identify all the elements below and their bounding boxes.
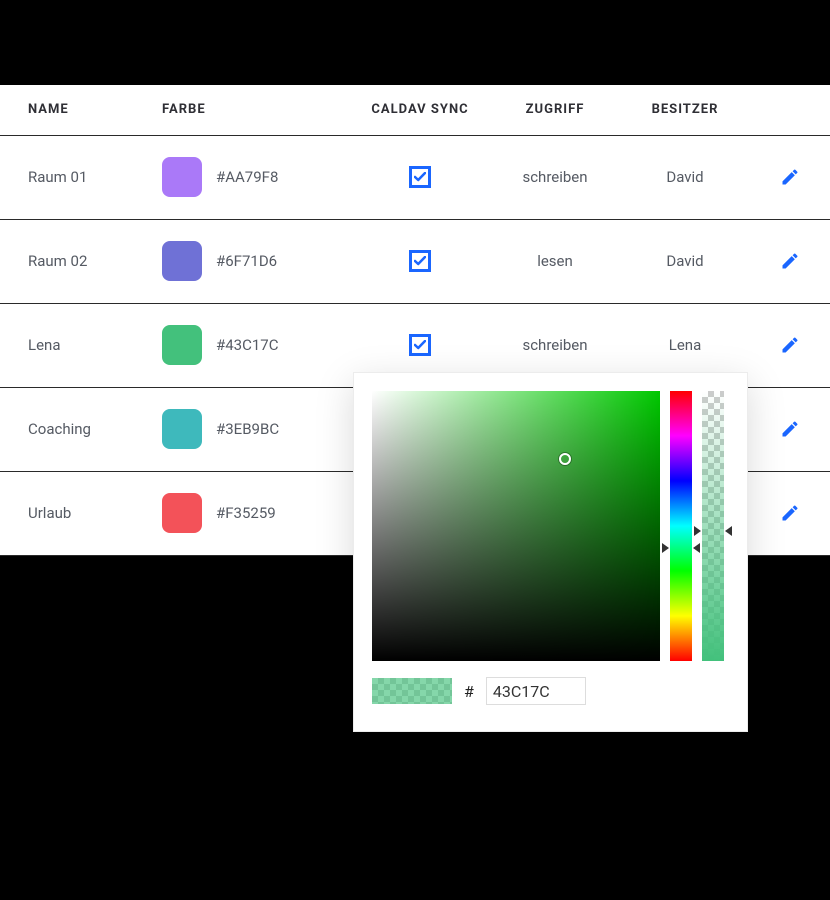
color-hex-label: #43C17C	[216, 336, 278, 354]
cell-edit	[750, 219, 830, 303]
pencil-icon	[780, 167, 800, 187]
cell-edit	[750, 471, 830, 555]
cell-owner: David	[620, 135, 750, 219]
caldav-sync-checkbox[interactable]	[409, 334, 431, 356]
color-swatch[interactable]	[162, 325, 202, 365]
cell-name: Raum 02	[0, 219, 150, 303]
color-hex-label: #AA79F8	[216, 168, 278, 186]
cell-color: #AA79F8	[150, 135, 350, 219]
color-hex-label: #6F71D6	[216, 252, 277, 270]
caldav-sync-checkbox[interactable]	[409, 166, 431, 188]
edit-button[interactable]	[777, 416, 803, 442]
cell-sync	[350, 219, 490, 303]
alpha-slider[interactable]	[702, 391, 724, 661]
edit-button[interactable]	[777, 332, 803, 358]
edit-button[interactable]	[777, 500, 803, 526]
table-row: Raum 01 #AA79F8 schreibenDavid	[0, 135, 830, 219]
current-color-swatch	[372, 678, 452, 704]
cell-color: #F35259	[150, 471, 350, 555]
col-header-name: NAME	[0, 85, 150, 135]
col-header-color: FARBE	[150, 85, 350, 135]
cell-color: #3EB9BC	[150, 387, 350, 471]
alpha-fill	[702, 391, 724, 661]
cell-name: Lena	[0, 303, 150, 387]
caldav-sync-checkbox[interactable]	[409, 250, 431, 272]
hue-slider-handle-right[interactable]	[693, 543, 700, 553]
pencil-icon	[780, 251, 800, 271]
color-swatch[interactable]	[162, 157, 202, 197]
cell-access: lesen	[490, 219, 620, 303]
cell-name: Coaching	[0, 387, 150, 471]
color-swatch[interactable]	[162, 409, 202, 449]
col-header-sync: CALDAV SYNC	[350, 85, 490, 135]
hex-input[interactable]	[486, 677, 586, 705]
hex-hash-label: #	[464, 682, 474, 701]
cell-sync	[350, 135, 490, 219]
pencil-icon	[780, 503, 800, 523]
hue-slider[interactable]	[670, 391, 692, 661]
pencil-icon	[780, 335, 800, 355]
cell-name: Urlaub	[0, 471, 150, 555]
col-header-owner: BESITZER	[620, 85, 750, 135]
cell-access: schreiben	[490, 135, 620, 219]
color-hex-label: #F35259	[216, 504, 276, 522]
color-swatch[interactable]	[162, 241, 202, 281]
pencil-icon	[780, 419, 800, 439]
alpha-slider-handle-left[interactable]	[694, 526, 701, 536]
cell-color: #43C17C	[150, 303, 350, 387]
edit-button[interactable]	[777, 248, 803, 274]
cell-name: Raum 01	[0, 135, 150, 219]
color-swatch[interactable]	[162, 493, 202, 533]
table-row: Raum 02 #6F71D6 lesenDavid	[0, 219, 830, 303]
table-header-row: NAME FARBE CALDAV SYNC ZUGRIFF BESITZER	[0, 85, 830, 135]
col-header-edit	[750, 85, 830, 135]
sv-indicator[interactable]	[559, 453, 571, 465]
cell-edit	[750, 303, 830, 387]
col-header-access: ZUGRIFF	[490, 85, 620, 135]
cell-edit	[750, 387, 830, 471]
saturation-value-pane[interactable]	[372, 391, 660, 661]
hue-slider-handle-left[interactable]	[662, 543, 669, 553]
cell-color: #6F71D6	[150, 219, 350, 303]
alpha-slider-handle-right[interactable]	[725, 526, 732, 536]
cell-edit	[750, 135, 830, 219]
edit-button[interactable]	[777, 164, 803, 190]
cell-owner: David	[620, 219, 750, 303]
color-picker-panel: #	[353, 372, 748, 732]
color-hex-label: #3EB9BC	[216, 420, 279, 438]
